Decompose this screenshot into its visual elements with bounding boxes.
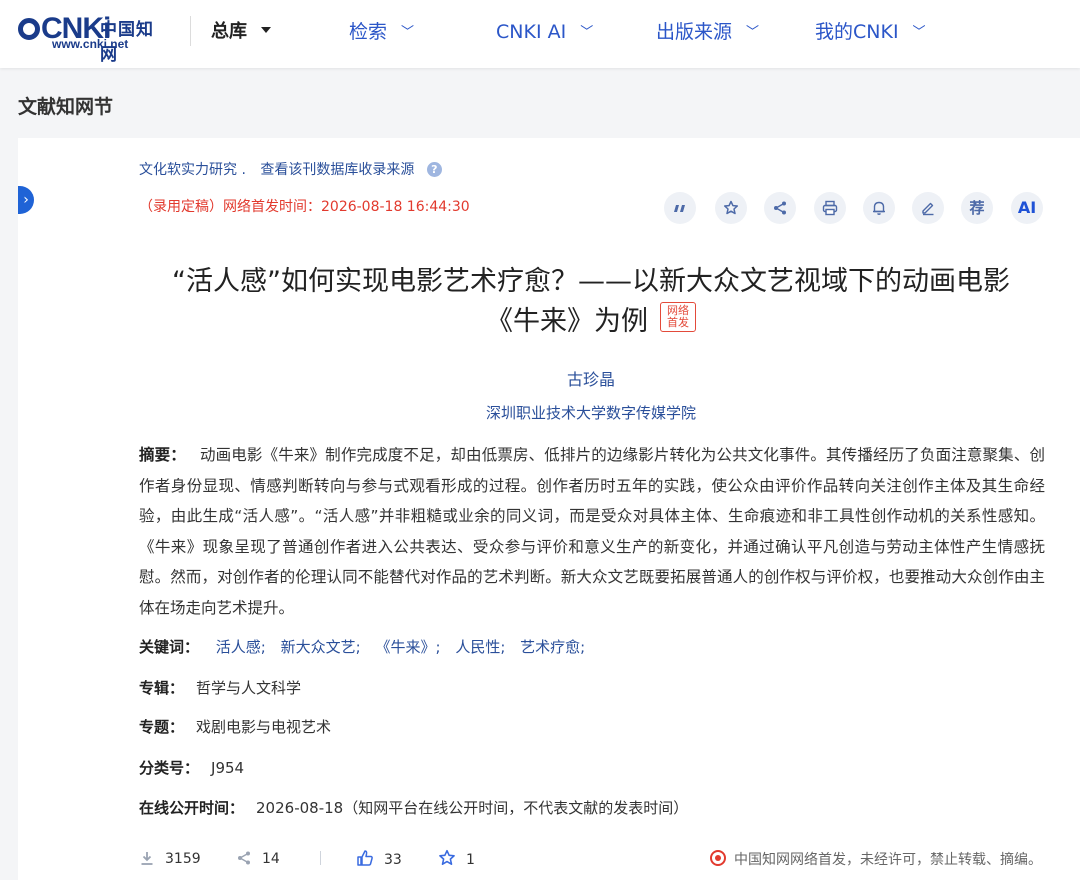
- share-button[interactable]: [764, 192, 796, 224]
- print-button[interactable]: [814, 192, 846, 224]
- copyright-notice-text: 中国知网网络首发，未经许可，禁止转载、摘编。: [734, 852, 1042, 868]
- classification-label: 分类号：: [139, 759, 200, 777]
- keyword-link[interactable]: 新大众文艺;: [281, 638, 361, 656]
- online-first-badge: 网络首发: [660, 302, 696, 332]
- institution-link[interactable]: 深圳职业技术大学数字传媒学院: [139, 402, 1043, 423]
- nav-cnki-ai-label: CNKI AI: [496, 21, 567, 43]
- nav-publication-source[interactable]: 出版来源 ﹀: [656, 20, 759, 44]
- chevron-down-icon: ﹀: [401, 25, 415, 40]
- caret-down-icon: [261, 27, 271, 33]
- keyword-link[interactable]: 人民性;: [455, 638, 505, 656]
- page-section-title: 文献知网节: [18, 96, 114, 118]
- library-label: 总库: [211, 21, 247, 42]
- share-count[interactable]: 14: [236, 849, 280, 869]
- online-time-value: 2026-08-18（知网平台在线公开时间，不代表文献的发表时间）: [256, 799, 689, 817]
- favorite-button[interactable]: [715, 192, 747, 224]
- star-icon: [439, 849, 455, 865]
- download-count-value: 3159: [165, 851, 201, 867]
- favorite-count[interactable]: 1: [438, 849, 475, 869]
- abstract: 摘要： 动画电影《牛来》制作完成度不足，却由低票房、低排片的边缘影片转化为公共文化…: [139, 440, 1045, 623]
- source-line: 文化软实力研究 . 查看该刊数据库收录来源 ?: [139, 159, 442, 179]
- subscribe-alert-button[interactable]: [863, 192, 895, 224]
- online-first-time: （录用定稿）网络首发时间：2026-08-18 16:44:30: [139, 199, 470, 215]
- ai-assistant-button[interactable]: AI: [1011, 192, 1043, 224]
- top-navigation-bar: CNKi 中国知网 www.cnki.net 总库 检索 ﹀ CNKI AI ﹀ 出…: [0, 0, 1080, 68]
- topic-value: 戏剧电影与电视艺术: [196, 718, 332, 736]
- thumbs-up-icon: [357, 850, 373, 866]
- logo-url: www.cnki.net: [52, 37, 129, 51]
- like-button[interactable]: 33: [356, 849, 402, 869]
- online-time-label: 在线公开时间：: [139, 799, 245, 817]
- target-icon: [710, 850, 726, 866]
- album-row: 专辑： 哲学与人文科学: [139, 677, 301, 698]
- classification-row: 分类号： J954: [139, 757, 244, 778]
- printer-icon: [822, 200, 838, 216]
- album-value: 哲学与人文科学: [196, 679, 302, 697]
- online-time-row: 在线公开时间： 2026-08-18（知网平台在线公开时间，不代表文献的发表时间）: [139, 797, 688, 818]
- keywords-row: 关键词： 活人感; 新大众文艺; 《牛来》; 人民性; 艺术疗愈;: [139, 636, 595, 657]
- stats-divider: [320, 851, 321, 865]
- nav-my-cnki[interactable]: 我的CNKI ﹀: [815, 20, 926, 44]
- indexing-source-link[interactable]: 查看该刊数据库收录来源: [260, 162, 414, 178]
- bell-icon: [873, 201, 885, 215]
- classification-value: J954: [211, 759, 245, 777]
- topic-row: 专题： 戏剧电影与电视艺术: [139, 716, 331, 737]
- album-label: 专辑：: [139, 679, 185, 697]
- download-icon: [141, 852, 153, 865]
- abstract-label: 摘要：: [139, 446, 186, 464]
- keyword-link[interactable]: 《牛来》;: [375, 638, 440, 656]
- quote-icon: [674, 205, 685, 212]
- nav-divider: [190, 16, 191, 46]
- cite-button[interactable]: [664, 192, 696, 224]
- recommend-button[interactable]: 荐: [961, 192, 993, 224]
- chevron-down-icon: ﹀: [746, 25, 760, 40]
- keyword-link[interactable]: 活人感;: [216, 638, 266, 656]
- nav-search[interactable]: 检索 ﹀: [349, 20, 414, 44]
- help-icon[interactable]: ?: [426, 162, 442, 177]
- edit-pen-icon: [922, 202, 934, 216]
- nav-cnki-ai[interactable]: CNKI AI ﹀: [496, 20, 593, 44]
- cnki-logo[interactable]: CNKi 中国知网 www.cnki.net: [18, 11, 170, 65]
- copyright-notice: 中国知网网络首发，未经许可，禁止转载、摘编。: [710, 849, 1042, 869]
- library-dropdown[interactable]: 总库: [211, 20, 271, 44]
- star-icon: [723, 200, 739, 215]
- journal-name[interactable]: 文化软实力研究 .: [139, 162, 246, 178]
- chevron-down-icon: ﹀: [580, 25, 594, 40]
- download-count: 3159: [139, 849, 201, 869]
- author-link[interactable]: 古珍晶: [139, 366, 1043, 390]
- nav-publication-source-label: 出版来源: [656, 21, 733, 43]
- note-button[interactable]: [912, 192, 944, 224]
- article-title-line-1: “活人感”如何实现电影艺术疗愈？——以新大众文艺视域下的动画电影: [172, 266, 1010, 297]
- nav-search-label: 检索: [349, 21, 388, 43]
- share-count-value: 14: [262, 851, 280, 867]
- keywords-label: 关键词：: [139, 638, 200, 656]
- share-icon: [774, 201, 786, 215]
- article-title: “活人感”如何实现电影艺术疗愈？——以新大众文艺视域下的动画电影 《牛来》为例网…: [139, 262, 1043, 342]
- article-title-line-2: 《牛来》为例: [486, 306, 648, 337]
- keyword-link[interactable]: 艺术疗愈;: [520, 638, 585, 656]
- nav-my-cnki-label: 我的CNKI: [815, 21, 899, 43]
- like-count-value: 33: [384, 852, 402, 868]
- share-icon: [238, 851, 250, 865]
- favorite-count-value: 1: [466, 852, 475, 868]
- abstract-text: 动画电影《牛来》制作完成度不足，却由低票房、低排片的边缘影片转化为公共文化事件。…: [139, 446, 1045, 617]
- topic-label: 专题：: [139, 718, 185, 736]
- chevron-down-icon: ﹀: [912, 25, 926, 40]
